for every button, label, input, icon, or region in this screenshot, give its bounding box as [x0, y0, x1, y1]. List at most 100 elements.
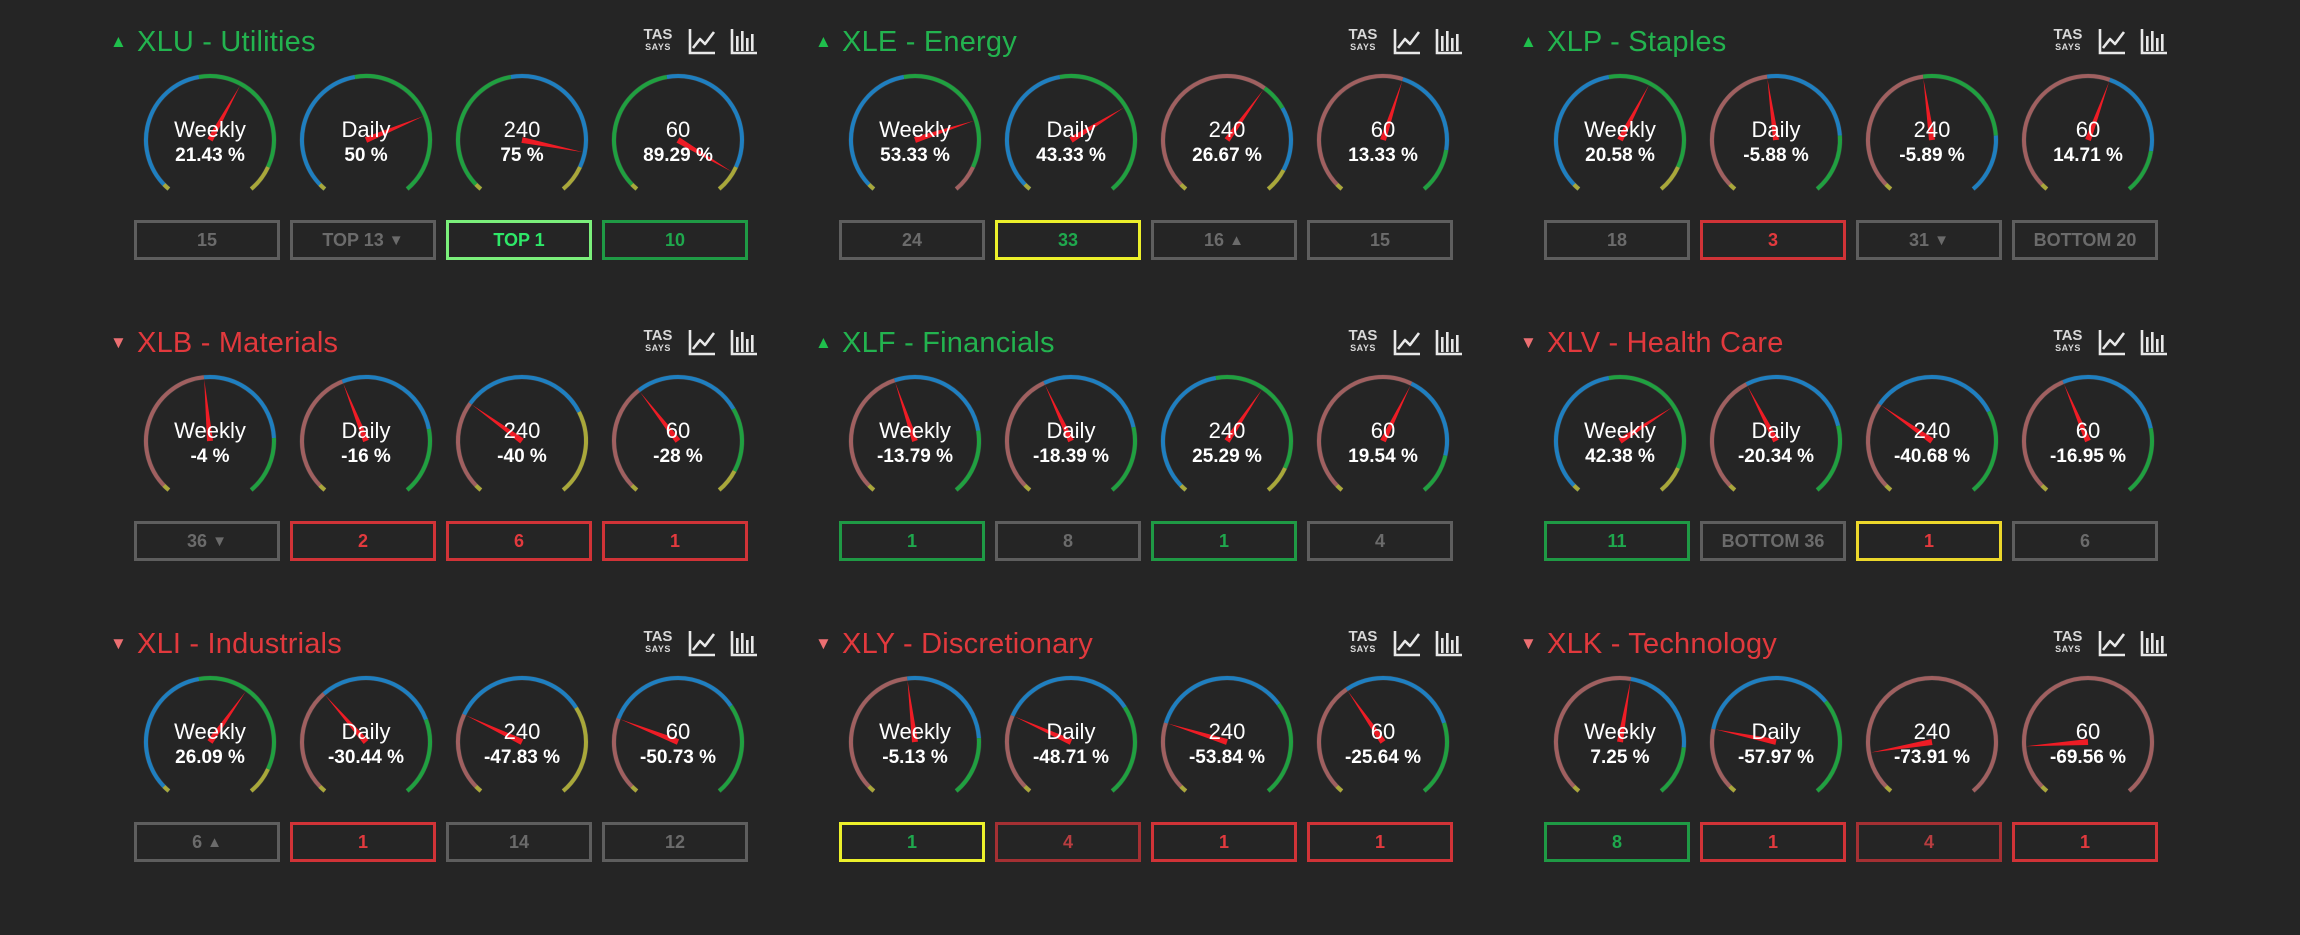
gauge[interactable]: Weekly -5.13 % — [845, 672, 985, 812]
line-chart-icon[interactable] — [686, 627, 718, 659]
line-chart-icon[interactable] — [1391, 25, 1423, 57]
rank-box[interactable]: 33 — [995, 220, 1141, 260]
rank-box[interactable]: 6 — [446, 521, 592, 561]
rank-box[interactable]: 1 — [1700, 822, 1846, 862]
gauge[interactable]: 240 -73.91 % — [1862, 672, 2002, 812]
gauge[interactable]: Daily 50 % — [296, 70, 436, 210]
gauge[interactable]: 240 25.29 % — [1157, 371, 1297, 511]
gauge[interactable]: Daily -48.71 % — [1001, 672, 1141, 812]
bar-chart-icon[interactable] — [2138, 627, 2170, 659]
rank-box[interactable]: 1 — [602, 521, 748, 561]
rank-box[interactable]: 1 — [1151, 521, 1297, 561]
gauge[interactable]: Weekly 42.38 % — [1550, 371, 1690, 511]
gauge[interactable]: Weekly 21.43 % — [140, 70, 280, 210]
rank-box[interactable]: 15 — [1307, 220, 1453, 260]
rank-box[interactable]: 8 — [1544, 822, 1690, 862]
rank-box[interactable]: 10 — [602, 220, 748, 260]
rank-box[interactable]: TOP 13 ▼ — [290, 220, 436, 260]
gauge[interactable]: Daily -30.44 % — [296, 672, 436, 812]
gauge[interactable]: 240 26.67 % — [1157, 70, 1297, 210]
line-chart-icon[interactable] — [1391, 326, 1423, 358]
gauge[interactable]: 60 -28 % — [608, 371, 748, 511]
gauge[interactable]: 240 -47.83 % — [452, 672, 592, 812]
gauge[interactable]: Daily -20.34 % — [1706, 371, 1846, 511]
gauge[interactable]: 60 19.54 % — [1313, 371, 1453, 511]
tas-says-button[interactable]: TAS SAYS — [2052, 629, 2084, 654]
gauge[interactable]: 60 -50.73 % — [608, 672, 748, 812]
line-chart-icon[interactable] — [2096, 25, 2128, 57]
sector-title[interactable]: ▼ XLY - Discretionary — [815, 624, 1093, 664]
rank-box[interactable]: 1 — [839, 822, 985, 862]
bar-chart-icon[interactable] — [728, 627, 760, 659]
sector-title[interactable]: ▲ XLF - Financials — [815, 323, 1055, 363]
rank-box[interactable]: 1 — [290, 822, 436, 862]
gauge[interactable]: Weekly 26.09 % — [140, 672, 280, 812]
rank-box[interactable]: 8 — [995, 521, 1141, 561]
sector-title[interactable]: ▲ XLE - Energy — [815, 22, 1017, 62]
gauge[interactable]: 60 -69.56 % — [2018, 672, 2158, 812]
gauge[interactable]: 60 -16.95 % — [2018, 371, 2158, 511]
sector-title[interactable]: ▲ XLU - Utilities — [110, 22, 316, 62]
bar-chart-icon[interactable] — [2138, 25, 2170, 57]
gauge[interactable]: 240 -40.68 % — [1862, 371, 2002, 511]
rank-box[interactable]: BOTTOM 20 — [2012, 220, 2158, 260]
bar-chart-icon[interactable] — [2138, 326, 2170, 358]
sector-title[interactable]: ▼ XLV - Health Care — [1520, 323, 1784, 363]
rank-box[interactable]: 36 ▼ — [134, 521, 280, 561]
rank-box[interactable]: 3 — [1700, 220, 1846, 260]
rank-box[interactable]: 1 — [1151, 822, 1297, 862]
rank-box[interactable]: 6 ▲ — [134, 822, 280, 862]
tas-says-button[interactable]: TAS SAYS — [1347, 27, 1379, 52]
gauge[interactable]: Weekly -4 % — [140, 371, 280, 511]
gauge[interactable]: Daily -18.39 % — [1001, 371, 1141, 511]
bar-chart-icon[interactable] — [728, 25, 760, 57]
bar-chart-icon[interactable] — [1433, 627, 1465, 659]
gauge[interactable]: Daily -5.88 % — [1706, 70, 1846, 210]
tas-says-button[interactable]: TAS SAYS — [1347, 328, 1379, 353]
sector-title[interactable]: ▲ XLP - Staples — [1520, 22, 1726, 62]
rank-box[interactable]: 1 — [1307, 822, 1453, 862]
bar-chart-icon[interactable] — [1433, 326, 1465, 358]
tas-says-button[interactable]: TAS SAYS — [642, 328, 674, 353]
rank-box[interactable]: 1 — [1856, 521, 2002, 561]
tas-says-button[interactable]: TAS SAYS — [642, 27, 674, 52]
bar-chart-icon[interactable] — [1433, 25, 1465, 57]
gauge[interactable]: 240 -5.89 % — [1862, 70, 2002, 210]
rank-box[interactable]: 24 — [839, 220, 985, 260]
gauge[interactable]: 60 -25.64 % — [1313, 672, 1453, 812]
tas-says-button[interactable]: TAS SAYS — [642, 629, 674, 654]
line-chart-icon[interactable] — [2096, 627, 2128, 659]
gauge[interactable]: Weekly 53.33 % — [845, 70, 985, 210]
rank-box[interactable]: 18 — [1544, 220, 1690, 260]
rank-box[interactable]: 1 — [839, 521, 985, 561]
line-chart-icon[interactable] — [2096, 326, 2128, 358]
gauge[interactable]: 240 -53.84 % — [1157, 672, 1297, 812]
rank-box[interactable]: 15 — [134, 220, 280, 260]
gauge[interactable]: Daily 43.33 % — [1001, 70, 1141, 210]
line-chart-icon[interactable] — [1391, 627, 1423, 659]
rank-box[interactable]: 2 — [290, 521, 436, 561]
rank-box[interactable]: BOTTOM 36 — [1700, 521, 1846, 561]
line-chart-icon[interactable] — [686, 326, 718, 358]
rank-box[interactable]: 4 — [1856, 822, 2002, 862]
line-chart-icon[interactable] — [686, 25, 718, 57]
sector-title[interactable]: ▼ XLB - Materials — [110, 323, 338, 363]
gauge[interactable]: 240 75 % — [452, 70, 592, 210]
gauge[interactable]: 60 14.71 % — [2018, 70, 2158, 210]
tas-says-button[interactable]: TAS SAYS — [2052, 27, 2084, 52]
gauge[interactable]: Weekly 7.25 % — [1550, 672, 1690, 812]
rank-box[interactable]: TOP 1 — [446, 220, 592, 260]
rank-box[interactable]: 1 — [2012, 822, 2158, 862]
sector-title[interactable]: ▼ XLI - Industrials — [110, 624, 342, 664]
bar-chart-icon[interactable] — [728, 326, 760, 358]
rank-box[interactable]: 31 ▼ — [1856, 220, 2002, 260]
gauge[interactable]: Daily -57.97 % — [1706, 672, 1846, 812]
rank-box[interactable]: 14 — [446, 822, 592, 862]
sector-title[interactable]: ▼ XLK - Technology — [1520, 624, 1777, 664]
gauge[interactable]: Weekly 20.58 % — [1550, 70, 1690, 210]
rank-box[interactable]: 4 — [1307, 521, 1453, 561]
gauge[interactable]: 60 89.29 % — [608, 70, 748, 210]
rank-box[interactable]: 16 ▲ — [1151, 220, 1297, 260]
rank-box[interactable]: 11 — [1544, 521, 1690, 561]
rank-box[interactable]: 6 — [2012, 521, 2158, 561]
